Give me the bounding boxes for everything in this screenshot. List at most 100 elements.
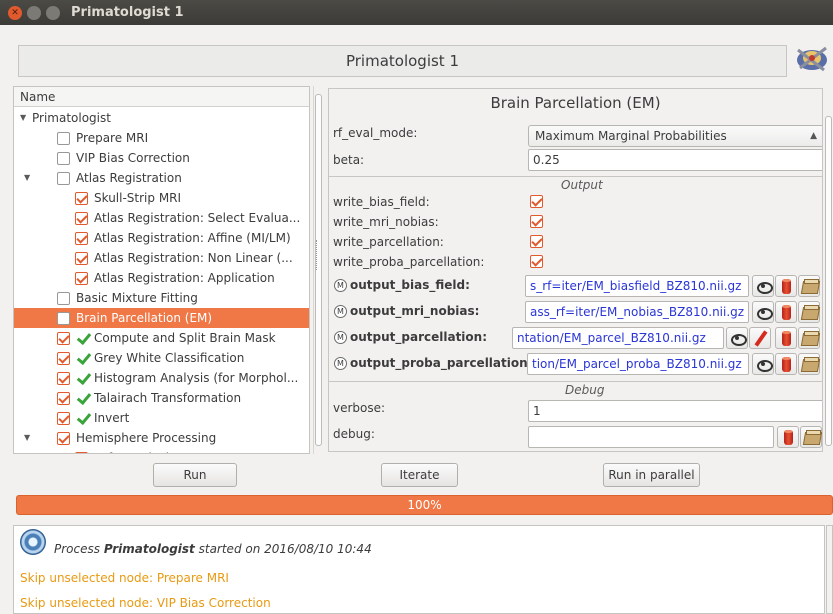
rf-eval-mode-value: Maximum Marginal Probabilities bbox=[535, 129, 727, 143]
tree-row[interactable]: Brain Parcellation (EM) bbox=[14, 308, 309, 328]
done-checkmark-icon bbox=[76, 391, 90, 405]
mandatory-badge: M bbox=[334, 331, 347, 344]
write-parcellation-label: write_parcellation: bbox=[333, 235, 444, 249]
tree-row-label: Invert bbox=[94, 411, 130, 425]
tree-row[interactable]: Invert bbox=[14, 408, 309, 428]
iterate-button[interactable]: Iterate bbox=[381, 463, 458, 487]
tree-row[interactable]: ▼ Primatologist bbox=[14, 108, 309, 128]
close-window-icon[interactable]: ✕ bbox=[8, 6, 22, 20]
view-eye-icon[interactable] bbox=[726, 327, 748, 349]
expand-triangle-icon[interactable]: ▼ bbox=[20, 108, 30, 128]
tree-row[interactable]: VIP Bias Correction bbox=[14, 148, 309, 168]
node-checkbox[interactable] bbox=[57, 332, 70, 345]
node-checkbox[interactable] bbox=[57, 172, 70, 185]
tree-row[interactable]: Grey White Classification bbox=[14, 348, 309, 368]
node-checkbox[interactable] bbox=[57, 392, 70, 405]
node-checkbox[interactable] bbox=[57, 152, 70, 165]
folder-browse-icon[interactable] bbox=[798, 301, 820, 323]
database-browse-icon[interactable] bbox=[775, 353, 797, 375]
expand-triangle-icon[interactable]: ▼ bbox=[24, 168, 34, 188]
done-checkmark-icon bbox=[76, 371, 90, 385]
tree-row[interactable]: Skull-Strip MRI bbox=[14, 188, 309, 208]
tree-row[interactable]: Basic Mixture Fitting bbox=[14, 288, 309, 308]
chevron-updown-icon: ▲ bbox=[810, 131, 817, 141]
rf-eval-mode-label: rf_eval_mode: bbox=[333, 126, 418, 140]
database-browse-icon[interactable] bbox=[775, 275, 797, 297]
write-mri-nobias-checkbox[interactable] bbox=[530, 215, 543, 228]
tree-row[interactable]: Atlas Registration: Select Evalua... bbox=[14, 208, 309, 228]
write-proba-parcellation-checkbox[interactable] bbox=[530, 255, 543, 268]
tree-row[interactable]: Atlas Registration: Affine (MI/LM) bbox=[14, 228, 309, 248]
pipeline-tree[interactable]: Name ▼ Primatologist Prepare MRI VIP Bias C… bbox=[13, 86, 310, 454]
node-checkbox[interactable] bbox=[75, 452, 88, 453]
tree-row[interactable]: ▼ Atlas Registration bbox=[14, 168, 309, 188]
tree-scrollbar-thumb[interactable] bbox=[315, 94, 322, 446]
output-parcellation-input[interactable]: ntation/EM_parcel_BZ810.nii.gz bbox=[512, 327, 724, 349]
output-bias-field-label: output_bias_field: bbox=[350, 278, 470, 292]
database-browse-icon[interactable] bbox=[777, 426, 799, 448]
beta-label: beta: bbox=[333, 153, 365, 167]
node-checkbox[interactable] bbox=[57, 372, 70, 385]
node-checkbox[interactable] bbox=[57, 432, 70, 445]
output-bias-field-input[interactable]: s_rf=iter/EM_biasfield_BZ810.nii.gz bbox=[525, 275, 749, 297]
folder-browse-icon[interactable] bbox=[800, 426, 822, 448]
folder-browse-icon[interactable] bbox=[798, 275, 820, 297]
output-section-header: Output bbox=[561, 178, 603, 192]
parameters-scrollbar-thumb[interactable] bbox=[825, 116, 832, 446]
node-checkbox[interactable] bbox=[57, 292, 70, 305]
view-eye-icon[interactable] bbox=[752, 275, 774, 297]
node-checkbox[interactable] bbox=[75, 272, 88, 285]
node-checkbox[interactable] bbox=[75, 192, 88, 205]
rf-eval-mode-select[interactable]: Maximum Marginal Probabilities ▲ bbox=[528, 125, 822, 147]
view-eye-icon[interactable] bbox=[752, 353, 774, 375]
debug-input[interactable] bbox=[528, 426, 774, 448]
view-eye-icon[interactable] bbox=[752, 301, 774, 323]
tree-row[interactable]: ▼ Hemisphere Processing bbox=[14, 428, 309, 448]
write-bias-field-checkbox[interactable] bbox=[530, 195, 543, 208]
write-parcellation-checkbox[interactable] bbox=[530, 235, 543, 248]
node-checkbox[interactable] bbox=[57, 132, 70, 145]
node-checkbox[interactable] bbox=[57, 352, 70, 365]
pane-splitter-handle[interactable] bbox=[316, 240, 318, 270]
log-output[interactable]: Process Primatologist started on 2016/08… bbox=[13, 525, 825, 614]
verbose-label: verbose: bbox=[333, 401, 386, 415]
database-browse-icon[interactable] bbox=[775, 301, 797, 323]
maximize-window-icon[interactable] bbox=[46, 6, 60, 20]
tree-row-label: Hemisphere Processing bbox=[76, 431, 217, 445]
parameters-scrollbar[interactable] bbox=[824, 88, 833, 452]
run-in-parallel-button[interactable]: Run in parallel bbox=[603, 463, 700, 487]
tree-row[interactable]: Histogram Analysis (for Morphol... bbox=[14, 368, 309, 388]
debug-divider bbox=[329, 381, 822, 382]
expand-triangle-icon[interactable]: ▼ bbox=[42, 448, 52, 453]
node-checkbox[interactable] bbox=[75, 232, 88, 245]
folder-browse-icon[interactable] bbox=[798, 353, 820, 375]
edit-pencil-icon[interactable] bbox=[749, 327, 771, 349]
database-browse-icon[interactable] bbox=[775, 327, 797, 349]
done-checkmark-icon bbox=[76, 331, 90, 345]
beta-input[interactable]: 0.25 bbox=[528, 149, 822, 171]
pipeline-header: Primatologist 1 bbox=[18, 45, 787, 77]
minimize-window-icon[interactable] bbox=[27, 6, 41, 20]
node-checkbox[interactable] bbox=[75, 212, 88, 225]
output-mri-nobias-input[interactable]: ass_rf=iter/EM_nobias_BZ810.nii.gz bbox=[525, 301, 749, 323]
tree-row[interactable]: Atlas Registration: Application bbox=[14, 268, 309, 288]
node-checkbox[interactable] bbox=[57, 412, 70, 425]
debug-label: debug: bbox=[333, 427, 375, 441]
tree-row[interactable]: Compute and Split Brain Mask bbox=[14, 328, 309, 348]
run-button[interactable]: Run bbox=[153, 463, 237, 487]
expand-triangle-icon[interactable]: ▼ bbox=[24, 428, 34, 448]
node-checkbox[interactable] bbox=[57, 312, 70, 325]
folder-browse-icon[interactable] bbox=[798, 327, 820, 349]
tree-column-header[interactable]: Name bbox=[14, 87, 309, 107]
node-checkbox[interactable] bbox=[75, 252, 88, 265]
verbose-input[interactable]: 1 bbox=[528, 400, 822, 422]
tree-row[interactable]: Atlas Registration: Non Linear (... bbox=[14, 248, 309, 268]
output-divider bbox=[329, 176, 822, 177]
tree-row[interactable]: ▼ Left Hemisphere bbox=[14, 448, 309, 453]
parameters-panel: Brain Parcellation (EM) rf_eval_mode: Ma… bbox=[328, 88, 823, 452]
tree-row[interactable]: Prepare MRI bbox=[14, 128, 309, 148]
output-proba-parcellation-input[interactable]: tion/EM_parcel_proba_BZ810.nii.gz bbox=[527, 353, 749, 375]
tree-row[interactable]: Talairach Transformation bbox=[14, 388, 309, 408]
tree-scrollbar[interactable] bbox=[313, 86, 323, 454]
log-scrollbar[interactable] bbox=[826, 525, 833, 614]
